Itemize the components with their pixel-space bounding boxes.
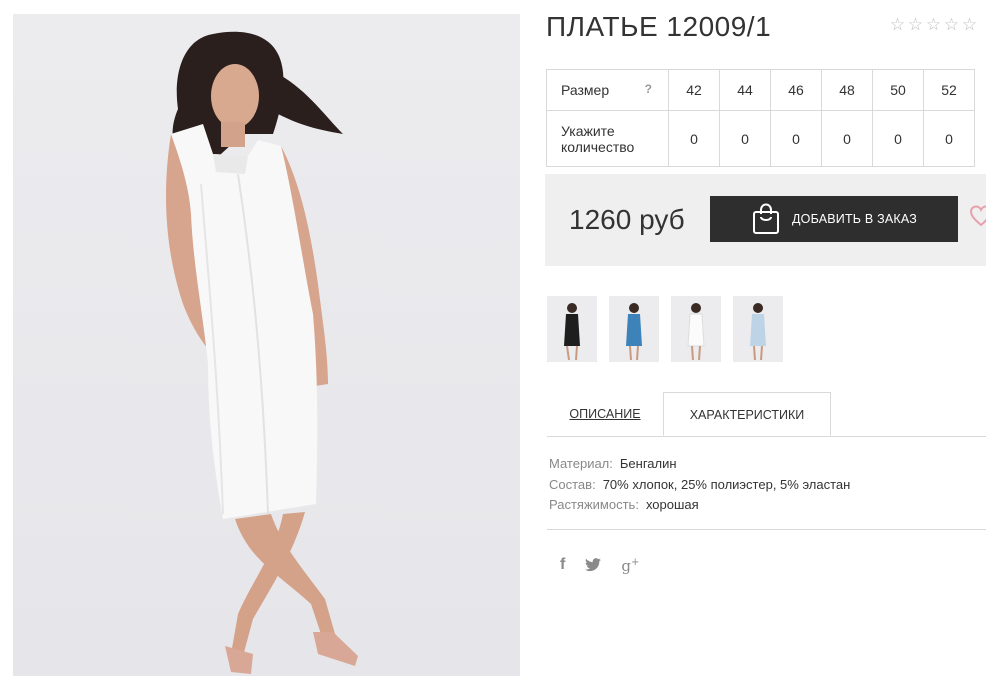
- tab-specs[interactable]: ХАРАКТЕРИСТИКИ: [663, 392, 831, 436]
- spec-value: хорошая: [645, 497, 699, 512]
- size-cell: 42: [668, 69, 720, 111]
- spec-value: Бенгалин: [619, 456, 677, 471]
- specs-list: Материал: Бенгалин Состав: 70% хлопок, 25%…: [549, 454, 850, 516]
- star-icon[interactable]: ☆: [889, 15, 906, 35]
- add-to-order-button[interactable]: ДОБАВИТЬ В ЗАКАЗ: [710, 196, 958, 242]
- size-cell: 50: [872, 69, 924, 111]
- thumbnail-white-dress[interactable]: [671, 296, 721, 362]
- spec-row-material: Материал: Бенгалин: [549, 454, 850, 475]
- spec-row-composition: Состав: 70% хлопок, 25% полиэстер, 5% эла…: [549, 475, 850, 496]
- spec-value: 70% хлопок, 25% полиэстер, 5% эластан: [602, 476, 851, 492]
- add-to-order-label: ДОБАВИТЬ В ЗАКАЗ: [792, 212, 918, 226]
- tab-description[interactable]: ОПИСАНИЕ: [547, 392, 663, 436]
- size-help-icon[interactable]: ?: [645, 82, 652, 96]
- google-plus-icon[interactable]: g+: [621, 553, 639, 576]
- quantity-input[interactable]: 0: [719, 110, 771, 167]
- size-quantity-table: Размер ? 42 44 46 48 50 52 Укажите колич…: [546, 69, 975, 167]
- thumbnail-strip: [547, 296, 783, 362]
- size-cell: 48: [821, 69, 873, 111]
- spec-row-stretch: Растяжимость: хорошая: [549, 495, 850, 516]
- star-icon[interactable]: ☆: [925, 15, 942, 35]
- social-share: f g+: [560, 553, 639, 576]
- product-title: ПЛАТЬЕ 12009/1: [546, 11, 772, 42]
- facebook-icon[interactable]: f: [560, 555, 565, 575]
- main-product-photo[interactable]: [13, 14, 520, 676]
- thumbnail-blue-dress[interactable]: [609, 296, 659, 362]
- quantity-input[interactable]: 0: [668, 110, 720, 167]
- size-cell: 46: [770, 69, 822, 111]
- quantity-input[interactable]: 0: [821, 110, 873, 167]
- thumbnail-light-blue-dress[interactable]: [733, 296, 783, 362]
- product-tabs: ОПИСАНИЕ ХАРАКТЕРИСТИКИ: [547, 392, 986, 437]
- star-icon[interactable]: ☆: [943, 15, 960, 35]
- rating-stars[interactable]: ☆ ☆ ☆ ☆ ☆: [889, 15, 978, 35]
- heart-icon[interactable]: [969, 204, 986, 228]
- star-icon[interactable]: ☆: [907, 15, 924, 35]
- size-cell: 44: [719, 69, 771, 111]
- product-price: 1260 руб: [569, 204, 685, 235]
- quantity-input[interactable]: 0: [923, 110, 975, 167]
- twitter-icon[interactable]: [585, 557, 602, 572]
- purchase-box: 1260 руб ДОБАВИТЬ В ЗАКАЗ: [545, 174, 986, 266]
- thumbnail-black-dress[interactable]: [547, 296, 597, 362]
- shopping-bag-icon: [753, 203, 779, 234]
- size-cell: 52: [923, 69, 975, 111]
- size-header: Размер ?: [546, 69, 669, 111]
- spec-key: Материал:: [549, 456, 613, 471]
- divider: [547, 529, 986, 530]
- quantity-input[interactable]: 0: [770, 110, 822, 167]
- quantity-label: Укажите количество: [546, 110, 669, 167]
- quantity-input[interactable]: 0: [872, 110, 924, 167]
- size-label: Размер: [561, 82, 610, 98]
- spec-key: Растяжимость:: [549, 497, 639, 512]
- spec-key: Состав:: [549, 476, 596, 492]
- star-icon[interactable]: ☆: [961, 15, 978, 35]
